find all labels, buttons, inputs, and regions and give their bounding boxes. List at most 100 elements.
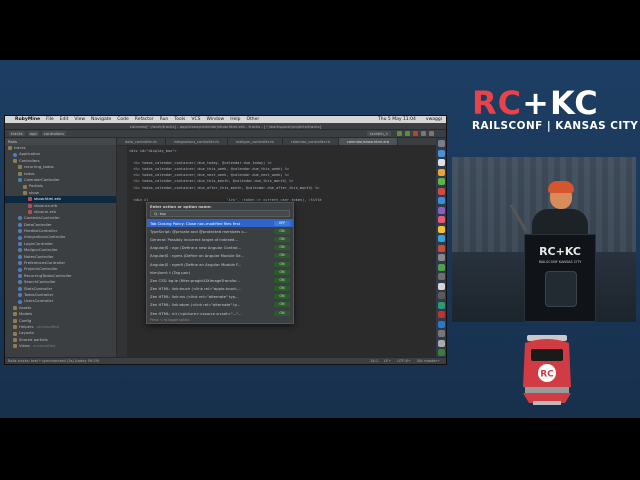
dock-app-icon[interactable]	[437, 159, 445, 166]
dock-app-icon[interactable]	[437, 339, 445, 347]
toggle-state-badge[interactable]: ON	[274, 236, 290, 242]
git-branch[interactable]: Git: master÷	[417, 358, 440, 364]
stop-icon[interactable]	[413, 131, 418, 136]
toggle-state-badge[interactable]: ON	[274, 253, 290, 259]
dock-app-icon[interactable]	[437, 320, 445, 328]
toggle-state-badge[interactable]: ON	[274, 245, 290, 251]
dock-app-icon[interactable]	[437, 140, 445, 147]
toggle-state-badge[interactable]: ON	[274, 310, 290, 316]
action-result-row[interactable]: Zen HTML: link:touch (<link rel="apple-t…	[147, 285, 293, 293]
action-result-row[interactable]: Zen HTML: link:rss (<link rel="alternate…	[147, 293, 293, 301]
tree-item[interactable]: Views unclassified	[5, 343, 116, 349]
controller-icon	[18, 235, 22, 240]
popup-query: Q- top	[154, 210, 166, 216]
action-result-row[interactable]: General: Possibly incorrect target of in…	[147, 235, 293, 243]
dock-app-icon[interactable]	[437, 282, 445, 290]
line-separator[interactable]: LF÷	[384, 358, 391, 364]
toggle-state-badge[interactable]: ON	[274, 286, 290, 292]
search-everywhere-icon[interactable]	[429, 131, 434, 136]
settings-icon[interactable]	[421, 131, 426, 136]
menu-other[interactable]: Other	[246, 117, 259, 122]
dock-app-icon[interactable]	[437, 292, 445, 299]
logo-rc: RC	[472, 84, 523, 122]
action-result-row[interactable]: html/xml: t (Tag pair) ON	[147, 268, 293, 276]
run-config-select[interactable]: scratch_1	[366, 131, 391, 136]
action-label: Zen HTML: link:touch (<link rel="apple-t…	[150, 286, 242, 292]
action-result-row[interactable]: AngularJS : ngmfi (Define an Angular Mod…	[147, 260, 293, 268]
status-bar: Rails tracks: test * synchronized (3s) (…	[5, 357, 446, 364]
breadcrumb-tracks[interactable]: tracks	[9, 131, 25, 136]
action-result-row[interactable]: Zen HTML: ri:t (<picture><source srcset=…	[147, 309, 293, 317]
action-result-row[interactable]: Tab Closing Policy: Close non-modified f…	[147, 219, 293, 228]
dock-app-icon[interactable]	[437, 301, 445, 309]
dock-app-icon[interactable]	[437, 149, 445, 157]
action-result-row[interactable]: Zen HTML: link:atom (<link rel="alternat…	[147, 301, 293, 309]
dock-app-icon[interactable]	[437, 263, 445, 271]
menu-view[interactable]: View	[74, 117, 85, 122]
menu-help[interactable]: Help	[230, 117, 240, 122]
menubar-user[interactable]: vwaggi	[426, 117, 442, 122]
toggle-state-badge[interactable]: ON	[274, 269, 290, 275]
menu-code[interactable]: Code	[117, 117, 129, 122]
toggle-state-badge[interactable]: ON	[274, 294, 290, 300]
toggle-state-badge[interactable]: ON	[274, 261, 290, 267]
app-menu[interactable]: RubyMine	[15, 117, 40, 122]
toggle-state-badge[interactable]: ON	[274, 302, 290, 308]
toggle-state-badge[interactable]: ON	[274, 277, 290, 283]
action-result-row[interactable]: Zen CSS: bg:ie (filter:progid:DXImageTra…	[147, 276, 293, 284]
menu-file[interactable]: File	[46, 117, 54, 122]
menu-vcs[interactable]: VCS	[191, 117, 200, 122]
run-icon[interactable]	[397, 131, 402, 136]
controller-icon	[18, 267, 22, 272]
project-tree: tracks Application Controllers recurring_to…	[5, 145, 116, 350]
menu-navigate[interactable]: Navigate	[91, 117, 111, 122]
dock-app-icon[interactable]	[437, 273, 445, 280]
breadcrumb-controllers[interactable]: controllers	[41, 131, 66, 136]
editor-tab[interactable]: integrations_controller.rb	[166, 138, 228, 145]
dock-app-icon[interactable]	[437, 225, 445, 233]
popup-result-list: Tab Closing Policy: Close non-modified f…	[147, 219, 293, 317]
popup-footer: Press ⌥ to toggle option	[150, 318, 190, 322]
editor-tab[interactable]: mailgun_controller.rb	[228, 138, 283, 145]
dock-app-icon[interactable]	[437, 311, 445, 318]
dock-app-icon[interactable]	[437, 178, 445, 185]
editor-tab[interactable]: calendar/show.html.erb	[338, 138, 399, 145]
menu-tools[interactable]: Tools	[174, 117, 185, 122]
editor-tab[interactable]: data_controller.rb	[117, 138, 166, 145]
action-result-row[interactable]: TypeScript: @private and @protected memb…	[147, 227, 293, 235]
sidebar-header[interactable]: Rails	[5, 138, 116, 145]
dock-app-icon[interactable]	[437, 216, 445, 223]
menu-edit[interactable]: Edit	[60, 117, 69, 122]
menu-window[interactable]: Window	[206, 117, 224, 122]
toggle-state-badge[interactable]: ON	[274, 228, 290, 234]
dock-app-icon[interactable]	[437, 187, 445, 195]
dock-app-icon[interactable]	[437, 235, 445, 242]
cursor-position[interactable]: 14:1	[370, 358, 378, 364]
editor-tab[interactable]: calendar_controller.rb	[283, 138, 339, 145]
folder-icon	[13, 158, 17, 163]
action-result-row[interactable]: AngularJS : ngms (Define an Angular Modu…	[147, 252, 293, 260]
code-content[interactable]: <div id="display_box"> <%= todos_calenda…	[129, 148, 436, 203]
file-encoding[interactable]: UTF-8÷	[397, 358, 411, 364]
speaker-video: RC+KC RAILSCONF KANSAS CITY	[452, 157, 636, 322]
menu-run[interactable]: Run	[160, 117, 169, 122]
menubar-clock: Thu 5 May 11:04	[378, 117, 416, 122]
dock-app-icon[interactable]	[437, 349, 445, 356]
toggle-state-badge[interactable]: OFF	[274, 220, 290, 226]
popup-title: Enter action or option name:	[150, 204, 212, 209]
dock-app-icon[interactable]	[437, 254, 445, 261]
dock-app-icon[interactable]	[437, 330, 445, 337]
controller-icon	[18, 261, 22, 266]
debug-icon[interactable]	[405, 131, 410, 136]
breadcrumb-app[interactable]: app	[27, 131, 39, 136]
status-message[interactable]: Rails tracks: test * synchronized (3s) (…	[8, 358, 100, 364]
popup-search-input[interactable]: Q- top	[150, 210, 290, 217]
menu-refactor[interactable]: Refactor	[135, 117, 154, 122]
action-result-row[interactable]: AngularJS : ngc (Define a new Angular Co…	[147, 244, 293, 252]
dock-app-icon[interactable]	[437, 244, 445, 252]
action-label: AngularJS : ngms (Define an Angular Modu…	[150, 253, 245, 259]
podium-emblem-icon	[545, 271, 577, 307]
dock-app-icon[interactable]	[437, 197, 445, 204]
dock-app-icon[interactable]	[437, 168, 445, 176]
dock-app-icon[interactable]	[437, 206, 445, 214]
